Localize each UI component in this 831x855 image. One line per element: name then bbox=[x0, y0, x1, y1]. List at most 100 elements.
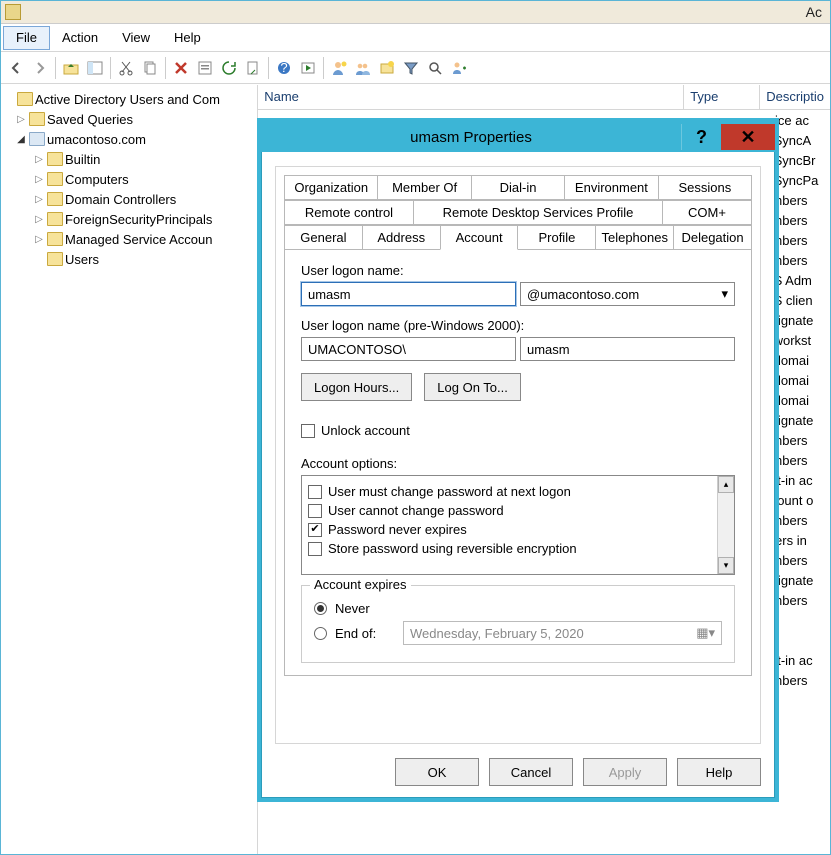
delete-icon[interactable] bbox=[170, 57, 192, 79]
menu-file[interactable]: File bbox=[3, 26, 50, 50]
ok-button[interactable]: OK bbox=[395, 758, 479, 786]
toolbar: ? bbox=[1, 52, 830, 84]
menu-view[interactable]: View bbox=[110, 26, 162, 49]
refresh-icon[interactable] bbox=[218, 57, 240, 79]
expand-arrow[interactable]: ▷ bbox=[33, 154, 45, 165]
upn-suffix-select[interactable]: @umacontoso.com ▾ bbox=[520, 282, 735, 306]
properties-icon[interactable] bbox=[194, 57, 216, 79]
never-label: Never bbox=[335, 601, 370, 616]
folder-icon bbox=[29, 112, 45, 126]
tab-sessions[interactable]: Sessions bbox=[658, 175, 752, 200]
collapse-arrow[interactable]: ◢ bbox=[15, 134, 27, 145]
cut-icon[interactable] bbox=[115, 57, 137, 79]
checkbox-icon: ✔ bbox=[308, 523, 322, 537]
tab-environment[interactable]: Environment bbox=[564, 175, 658, 200]
tree-dc[interactable]: Domain Controllers bbox=[65, 192, 176, 207]
unlock-account-checkbox[interactable]: Unlock account bbox=[301, 423, 735, 438]
log-on-to-button[interactable]: Log On To... bbox=[424, 373, 521, 401]
menu-action[interactable]: Action bbox=[50, 26, 110, 49]
tree-root-label[interactable]: Active Directory Users and Com bbox=[35, 92, 220, 107]
tab-telephones[interactable]: Telephones bbox=[595, 225, 674, 250]
cancel-button[interactable]: Cancel bbox=[489, 758, 573, 786]
account-option[interactable]: Store password using reversible encrypti… bbox=[308, 541, 711, 556]
tab-member-of[interactable]: Member Of bbox=[377, 175, 471, 200]
tab-com-plus[interactable]: COM+ bbox=[662, 200, 752, 225]
tree-pane[interactable]: Active Directory Users and Com ▷ Saved Q… bbox=[1, 85, 258, 854]
tab-organization[interactable]: Organization bbox=[284, 175, 378, 200]
tab-address[interactable]: Address bbox=[362, 225, 441, 250]
col-desc[interactable]: Descriptio bbox=[760, 85, 830, 109]
prewin-user-input[interactable] bbox=[520, 337, 735, 361]
add-to-group-icon[interactable] bbox=[448, 57, 470, 79]
account-option[interactable]: User cannot change password bbox=[308, 503, 711, 518]
copy-icon[interactable] bbox=[139, 57, 161, 79]
new-user-icon[interactable] bbox=[328, 57, 350, 79]
tree-domain[interactable]: umacontoso.com bbox=[47, 132, 146, 147]
tree-computers[interactable]: Computers bbox=[65, 172, 129, 187]
expand-arrow[interactable]: ▷ bbox=[15, 114, 27, 125]
expires-endof-radio[interactable]: End of: Wednesday, February 5, 2020 ▦▾ bbox=[314, 621, 722, 645]
endof-label: End of: bbox=[335, 626, 395, 641]
new-ou-icon[interactable] bbox=[376, 57, 398, 79]
expand-arrow[interactable]: ▷ bbox=[33, 174, 45, 185]
run-icon[interactable] bbox=[297, 57, 319, 79]
tab-delegation[interactable]: Delegation bbox=[673, 225, 752, 250]
help-button[interactable]: Help bbox=[677, 758, 761, 786]
tab-general[interactable]: General bbox=[284, 225, 363, 250]
prewin-label: User logon name (pre-Windows 2000): bbox=[301, 318, 735, 333]
expand-arrow[interactable]: ▷ bbox=[33, 234, 45, 245]
scroll-up-button[interactable]: ▴ bbox=[718, 476, 734, 493]
apply-button[interactable]: Apply bbox=[583, 758, 667, 786]
tab-dial-in[interactable]: Dial-in bbox=[471, 175, 565, 200]
dialog-titlebar[interactable]: umasm Properties ? ✕ bbox=[261, 122, 775, 152]
find-icon[interactable] bbox=[424, 57, 446, 79]
account-options-list[interactable]: User must change password at next logon U… bbox=[301, 475, 735, 575]
folder-icon bbox=[47, 232, 63, 246]
account-option[interactable]: ✔Password never expires bbox=[308, 522, 711, 537]
tab-account[interactable]: Account bbox=[440, 225, 519, 250]
col-name[interactable]: Name bbox=[258, 85, 684, 109]
show-hide-tree-icon[interactable] bbox=[84, 57, 106, 79]
folder-icon bbox=[47, 212, 63, 226]
tree-users[interactable]: Users bbox=[65, 252, 99, 267]
folder-icon bbox=[47, 192, 63, 206]
new-group-icon[interactable] bbox=[352, 57, 374, 79]
tree-saved-queries[interactable]: Saved Queries bbox=[47, 112, 133, 127]
tree-fsp[interactable]: ForeignSecurityPrincipals bbox=[65, 212, 212, 227]
logon-name-input[interactable] bbox=[301, 282, 516, 306]
tab-panel-account: User logon name: @umacontoso.com ▾ User … bbox=[284, 249, 752, 676]
tab-rds-profile[interactable]: Remote Desktop Services Profile bbox=[413, 200, 663, 225]
unlock-label: Unlock account bbox=[321, 423, 410, 438]
folder-up-icon[interactable] bbox=[60, 57, 82, 79]
menu-bar: File Action View Help bbox=[1, 24, 830, 52]
tab-control: Organization Member Of Dial-in Environme… bbox=[276, 167, 760, 676]
expand-arrow[interactable]: ▷ bbox=[33, 194, 45, 205]
expand-arrow[interactable]: ▷ bbox=[33, 214, 45, 225]
properties-dialog: umasm Properties ? ✕ Organization Member… bbox=[257, 118, 779, 802]
filter-icon[interactable] bbox=[400, 57, 422, 79]
forward-button[interactable] bbox=[29, 57, 51, 79]
col-type[interactable]: Type bbox=[684, 85, 760, 109]
tab-remote-control[interactable]: Remote control bbox=[284, 200, 414, 225]
tab-profile[interactable]: Profile bbox=[517, 225, 596, 250]
logon-hours-button[interactable]: Logon Hours... bbox=[301, 373, 412, 401]
chevron-down-icon: ▾ bbox=[721, 286, 728, 302]
dialog-title: umasm Properties bbox=[261, 129, 681, 146]
scrollbar[interactable]: ▴ ▾ bbox=[717, 476, 734, 574]
scroll-down-button[interactable]: ▾ bbox=[718, 557, 734, 574]
back-button[interactable] bbox=[5, 57, 27, 79]
export-icon[interactable] bbox=[242, 57, 264, 79]
tree-msa[interactable]: Managed Service Accoun bbox=[65, 232, 212, 247]
account-option[interactable]: User must change password at next logon bbox=[308, 484, 711, 499]
checkbox-icon bbox=[308, 485, 322, 499]
tree-builtin[interactable]: Builtin bbox=[65, 152, 100, 167]
expires-never-radio[interactable]: Never bbox=[314, 601, 722, 616]
close-button[interactable]: ✕ bbox=[721, 124, 775, 150]
help-button[interactable]: ? bbox=[681, 124, 721, 150]
upn-suffix-value: @umacontoso.com bbox=[527, 287, 639, 302]
dialog-body: Organization Member Of Dial-in Environme… bbox=[275, 166, 761, 744]
end-date-picker[interactable]: Wednesday, February 5, 2020 ▦▾ bbox=[403, 621, 722, 645]
help-icon[interactable]: ? bbox=[273, 57, 295, 79]
svg-text:?: ? bbox=[280, 60, 287, 75]
menu-help[interactable]: Help bbox=[162, 26, 213, 49]
